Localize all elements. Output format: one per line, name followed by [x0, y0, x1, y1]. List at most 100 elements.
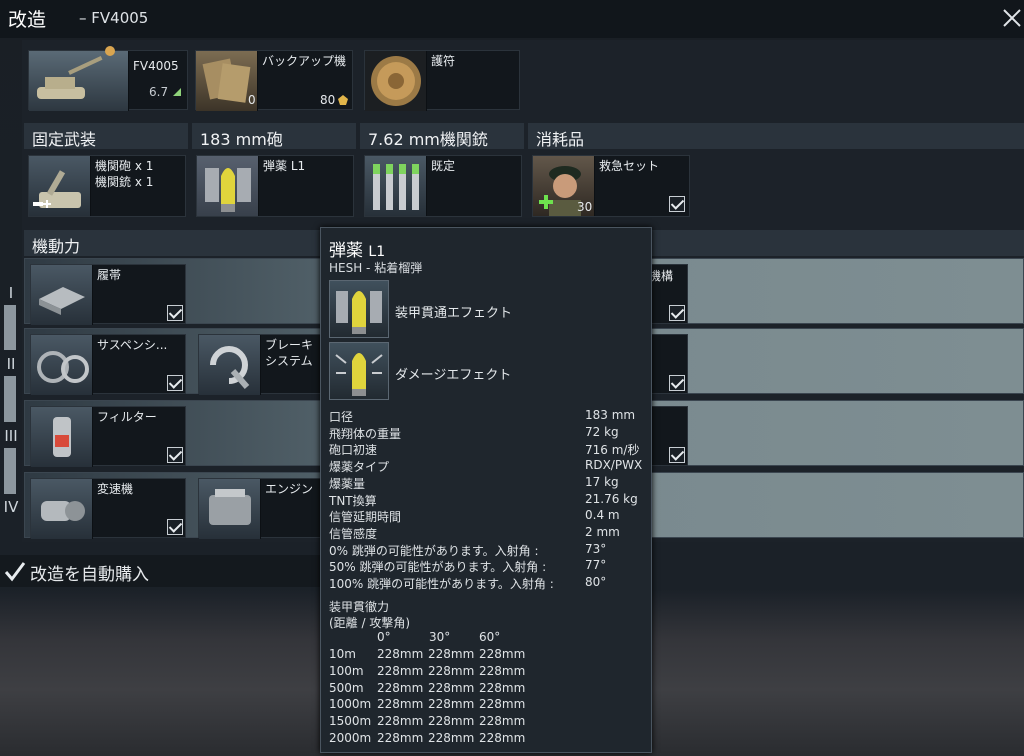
- effect-armor-pen: 装甲貫通エフェクト: [395, 306, 513, 321]
- auto-buy-label[interactable]: 改造を自動購入: [30, 560, 149, 585]
- pen-value: 228mm: [428, 697, 475, 712]
- pen-value: 228mm: [377, 714, 424, 729]
- bullets-icon: [365, 156, 427, 216]
- shell-icon: [197, 156, 259, 216]
- mod-tracks[interactable]: 履帯: [30, 264, 186, 325]
- window-title: 改造: [8, 9, 47, 31]
- pen-value: 228mm: [428, 680, 475, 695]
- mod-right-tier2-checkbox[interactable]: [669, 375, 685, 391]
- medkit-count: 30: [577, 200, 593, 214]
- medkit-checkbox[interactable]: [669, 196, 685, 212]
- title-bar: [0, 0, 1024, 38]
- stat-value: 77°: [585, 558, 607, 573]
- stat-value: 183 mm: [585, 408, 636, 422]
- backup-count: 0: [248, 93, 256, 107]
- tank-icon: [29, 51, 129, 111]
- stat-value: 2 mm: [585, 524, 620, 539]
- penetration-subtitle: (距離 / 攻撃角): [329, 616, 411, 630]
- medkit-slot[interactable]: 30 救急セット: [532, 155, 690, 217]
- vehicle-slot[interactable]: FV4005 6.7: [28, 46, 188, 111]
- stat-label: 砲口初速: [329, 443, 378, 458]
- pen-distance: 500m: [329, 680, 364, 695]
- mod-engine[interactable]: エンジン: [198, 478, 322, 539]
- mg-ammo-slot[interactable]: 既定: [364, 155, 522, 217]
- mod-engine-label: エンジン: [265, 482, 314, 496]
- shell-l1-slot[interactable]: 弾薬 L1: [196, 155, 354, 217]
- pen-value: 228mm: [377, 731, 424, 745]
- mod-transmission-label: 変速機: [97, 482, 134, 496]
- penetration-title: 装甲貫徹力: [329, 600, 390, 614]
- mod-mechanism-label: 機構: [649, 269, 674, 283]
- battle-rating: 6.7: [149, 85, 169, 99]
- category-consumables: 消耗品: [528, 123, 1024, 149]
- mod-tracks-checkbox[interactable]: [167, 305, 183, 321]
- pen-value: 228mm: [428, 731, 475, 745]
- pen-value: 228mm: [377, 697, 424, 712]
- shell-tooltip: 弾薬 L1 HESH - 粘着榴弾 装甲貫通エフェクト ダメージエフェクト 装甲…: [320, 227, 652, 753]
- mod-brakes[interactable]: ブレーキシステム: [198, 334, 322, 395]
- shell-label: 弾薬 L1: [263, 159, 306, 173]
- mod-filter-checkbox[interactable]: [167, 447, 183, 463]
- stat-value: 716 m/秒: [585, 443, 640, 458]
- mod-right-tier3-checkbox[interactable]: [669, 447, 685, 463]
- mod-brakes-label: ブレーキシステム: [265, 338, 314, 368]
- mod-filter[interactable]: フィルター: [30, 406, 186, 467]
- backup-slot[interactable]: バックアップ機 0 80: [195, 50, 353, 111]
- pen-value: 228mm: [479, 680, 526, 695]
- talisman-label: 護符: [431, 54, 456, 68]
- pen-distance: 10m: [329, 647, 356, 661]
- category-main-gun: 183 mm砲: [192, 123, 356, 149]
- tier-label-1: I: [8, 284, 14, 302]
- backup-price: 80: [320, 93, 336, 107]
- pen-value: 228mm: [479, 663, 526, 678]
- mod-transmission[interactable]: 変速機: [30, 478, 186, 539]
- golden-eagle-icon: [338, 95, 348, 105]
- mod-mechanism-checkbox[interactable]: [669, 305, 685, 321]
- stat-label: 口径: [329, 410, 354, 424]
- tier-label-3: III: [4, 427, 18, 445]
- pen-value: 228mm: [428, 714, 475, 729]
- mod-suspension[interactable]: サスペンシ...: [30, 334, 186, 395]
- transmission-icon: [31, 479, 93, 539]
- stat-label: 爆薬量: [329, 476, 366, 491]
- effect-damage: ダメージエフェクト: [395, 368, 512, 383]
- tracks-icon: [31, 265, 93, 325]
- backup-label: バックアップ機: [262, 54, 347, 68]
- premium-badge-icon: [105, 46, 115, 56]
- mod-transmission-checkbox[interactable]: [167, 519, 183, 535]
- br-indicator-icon: [173, 88, 181, 96]
- pen-value: 228mm: [377, 680, 424, 695]
- stat-label: 50% 跳弾の可能性があります。入射角 :: [329, 560, 547, 575]
- stat-label: 信管延期時間: [329, 510, 402, 525]
- auto-buy-checkbox[interactable]: [4, 560, 26, 582]
- talisman-slot[interactable]: 護符: [364, 50, 520, 111]
- fixed-weapon-line-2: 機関銃 x 1: [95, 175, 154, 189]
- window-vehicle-name: – FV4005: [79, 9, 149, 27]
- pen-distance: 1500m: [329, 714, 372, 729]
- stat-value: 80°: [585, 575, 607, 589]
- pen-value: 228mm: [428, 647, 475, 661]
- damage-shell-icon: [329, 342, 389, 400]
- vehicle-name: FV4005: [133, 59, 179, 73]
- pen-value: 228mm: [479, 731, 526, 745]
- close-icon[interactable]: [1000, 6, 1024, 30]
- suspension-icon: [31, 335, 93, 395]
- mod-suspension-label: サスペンシ...: [97, 338, 168, 352]
- mod-suspension-checkbox[interactable]: [167, 375, 183, 391]
- category-machine-gun: 7.62 mm機関銃: [360, 123, 524, 149]
- filter-icon: [31, 407, 93, 467]
- cannon-icon: [29, 156, 91, 216]
- stat-label: 100% 跳弾の可能性があります。入射角 :: [329, 577, 554, 591]
- angle-header-60: 60°: [479, 630, 501, 644]
- pen-value: 228mm: [479, 697, 526, 712]
- stat-value: 0.4 m: [585, 508, 620, 523]
- angle-header-30: 30°: [429, 630, 451, 644]
- medkit-label: 救急セット: [599, 159, 660, 173]
- mod-tracks-label: 履帯: [97, 268, 122, 282]
- fixed-weapons-slot[interactable]: 機関砲 x 1 機関銃 x 1: [28, 155, 186, 217]
- tier-progress-2: [4, 376, 16, 422]
- stat-label: TNT換算: [329, 493, 377, 508]
- tier-label-2: II: [6, 355, 16, 373]
- tooltip-subtitle: HESH - 粘着榴弾: [329, 261, 423, 275]
- mod-filter-label: フィルター: [97, 410, 157, 424]
